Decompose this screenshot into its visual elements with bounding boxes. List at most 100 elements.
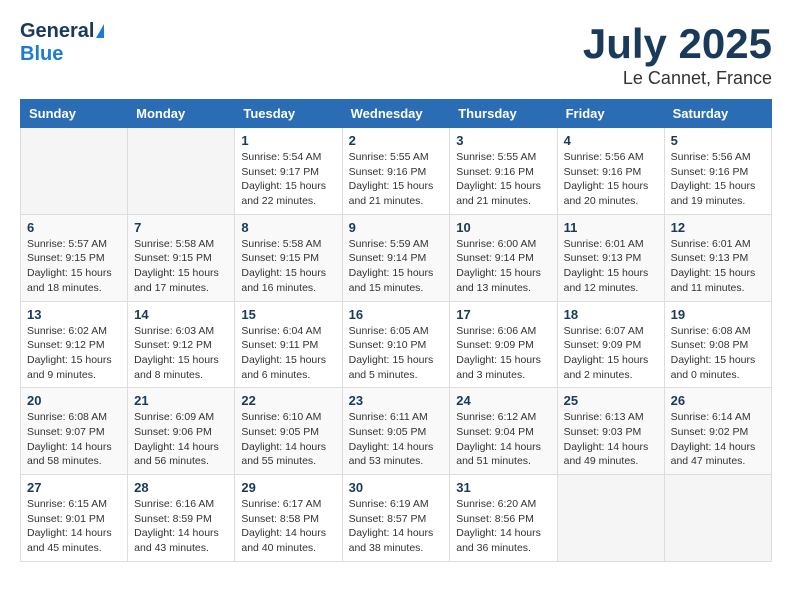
calendar-cell: 20Sunrise: 6:08 AM Sunset: 9:07 PM Dayli… xyxy=(21,388,128,475)
calendar-cell: 17 Sunrise: 6:06 AM Sunset: 9:09 PM Dayli… xyxy=(450,301,557,388)
day-info: Sunrise: 6:14 AM Sunset: 9:02 PM Dayligh… xyxy=(671,410,765,469)
location: Le Cannet, France xyxy=(583,68,772,89)
day-info: Sunrise: 6:09 AM Sunset: 9:06 PM Dayligh… xyxy=(134,410,228,469)
day-info: Sunrise: 5:56 AM Sunset: 9:16 PM Dayligh… xyxy=(671,150,765,209)
calendar-cell: 18Sunrise: 6:07 AM Sunset: 9:09 PM Dayli… xyxy=(557,301,664,388)
day-info: Sunrise: 5:54 AM Sunset: 9:17 PM Dayligh… xyxy=(241,150,335,209)
day-number: 13 xyxy=(27,307,121,322)
day-info: Sunrise: 5:59 AM Sunset: 9:14 PM Dayligh… xyxy=(349,237,444,296)
day-number: 30 xyxy=(349,480,444,495)
calendar-cell: 26 Sunrise: 6:14 AM Sunset: 9:02 PM Dayli… xyxy=(664,388,771,475)
calendar-cell: 16 Sunrise: 6:05 AM Sunset: 9:10 PM Dayli… xyxy=(342,301,450,388)
day-info: Sunrise: 5:58 AM Sunset: 9:15 PM Dayligh… xyxy=(241,237,335,296)
weekday-header-saturday: Saturday xyxy=(664,100,771,128)
calendar-cell: 2Sunrise: 5:55 AM Sunset: 9:16 PM Daylig… xyxy=(342,128,450,215)
calendar-cell xyxy=(664,475,771,562)
day-info: Sunrise: 6:03 AM Sunset: 9:12 PM Dayligh… xyxy=(134,324,228,383)
weekday-header-monday: Monday xyxy=(128,100,235,128)
day-info: Sunrise: 6:13 AM Sunset: 9:03 PM Dayligh… xyxy=(564,410,658,469)
calendar-cell: 24 Sunrise: 6:12 AM Sunset: 9:04 PM Dayli… xyxy=(450,388,557,475)
day-info: Sunrise: 6:02 AM Sunset: 9:12 PM Dayligh… xyxy=(27,324,121,383)
page-header: General Blue July 2025 Le Cannet, France xyxy=(20,20,772,89)
calendar-cell: 8 Sunrise: 5:58 AM Sunset: 9:15 PM Daylig… xyxy=(235,214,342,301)
day-number: 26 xyxy=(671,393,765,408)
calendar-cell: 30 Sunrise: 6:19 AM Sunset: 8:57 PM Dayli… xyxy=(342,475,450,562)
logo: General Blue xyxy=(20,20,104,66)
title-section: July 2025 Le Cannet, France xyxy=(583,20,772,89)
weekday-header-wednesday: Wednesday xyxy=(342,100,450,128)
calendar-cell: 23Sunrise: 6:11 AM Sunset: 9:05 PM Dayli… xyxy=(342,388,450,475)
weekday-header-sunday: Sunday xyxy=(21,100,128,128)
day-info: Sunrise: 6:01 AM Sunset: 9:13 PM Dayligh… xyxy=(671,237,765,296)
calendar-cell: 5 Sunrise: 5:56 AM Sunset: 9:16 PM Daylig… xyxy=(664,128,771,215)
day-number: 19 xyxy=(671,307,765,322)
calendar-cell: 4Sunrise: 5:56 AM Sunset: 9:16 PM Daylig… xyxy=(557,128,664,215)
day-info: Sunrise: 6:05 AM Sunset: 9:10 PM Dayligh… xyxy=(349,324,444,383)
day-number: 14 xyxy=(134,307,228,322)
calendar-cell: 22 Sunrise: 6:10 AM Sunset: 9:05 PM Dayli… xyxy=(235,388,342,475)
day-info: Sunrise: 6:12 AM Sunset: 9:04 PM Dayligh… xyxy=(456,410,550,469)
day-number: 5 xyxy=(671,133,765,148)
day-info: Sunrise: 6:04 AM Sunset: 9:11 PM Dayligh… xyxy=(241,324,335,383)
calendar-cell: 6Sunrise: 5:57 AM Sunset: 9:15 PM Daylig… xyxy=(21,214,128,301)
day-number: 15 xyxy=(241,307,335,322)
day-number: 17 xyxy=(456,307,550,322)
day-number: 11 xyxy=(564,220,658,235)
day-info: Sunrise: 6:11 AM Sunset: 9:05 PM Dayligh… xyxy=(349,410,444,469)
day-number: 31 xyxy=(456,480,550,495)
day-number: 9 xyxy=(349,220,444,235)
calendar-cell: 12 Sunrise: 6:01 AM Sunset: 9:13 PM Dayli… xyxy=(664,214,771,301)
day-number: 27 xyxy=(27,480,121,495)
day-number: 20 xyxy=(27,393,121,408)
calendar-cell xyxy=(128,128,235,215)
calendar-cell: 29 Sunrise: 6:17 AM Sunset: 8:58 PM Dayli… xyxy=(235,475,342,562)
day-number: 16 xyxy=(349,307,444,322)
day-number: 3 xyxy=(456,133,550,148)
day-number: 29 xyxy=(241,480,335,495)
calendar-cell: 11Sunrise: 6:01 AM Sunset: 9:13 PM Dayli… xyxy=(557,214,664,301)
day-number: 8 xyxy=(241,220,335,235)
calendar-cell: 7 Sunrise: 5:58 AM Sunset: 9:15 PM Daylig… xyxy=(128,214,235,301)
day-info: Sunrise: 6:10 AM Sunset: 9:05 PM Dayligh… xyxy=(241,410,335,469)
calendar-cell xyxy=(21,128,128,215)
day-info: Sunrise: 5:55 AM Sunset: 9:16 PM Dayligh… xyxy=(349,150,444,209)
calendar-cell: 21Sunrise: 6:09 AM Sunset: 9:06 PM Dayli… xyxy=(128,388,235,475)
day-info: Sunrise: 6:06 AM Sunset: 9:09 PM Dayligh… xyxy=(456,324,550,383)
day-info: Sunrise: 6:19 AM Sunset: 8:57 PM Dayligh… xyxy=(349,497,444,556)
day-number: 12 xyxy=(671,220,765,235)
day-info: Sunrise: 5:57 AM Sunset: 9:15 PM Dayligh… xyxy=(27,237,121,296)
calendar-cell: 1Sunrise: 5:54 AM Sunset: 9:17 PM Daylig… xyxy=(235,128,342,215)
calendar-table: SundayMondayTuesdayWednesdayThursdayFrid… xyxy=(20,99,772,562)
day-info: Sunrise: 6:00 AM Sunset: 9:14 PM Dayligh… xyxy=(456,237,550,296)
week-row-5: 27 Sunrise: 6:15 AM Sunset: 9:01 PM Dayli… xyxy=(21,475,772,562)
week-row-1: 1Sunrise: 5:54 AM Sunset: 9:17 PM Daylig… xyxy=(21,128,772,215)
day-number: 25 xyxy=(564,393,658,408)
day-info: Sunrise: 5:55 AM Sunset: 9:16 PM Dayligh… xyxy=(456,150,550,209)
day-info: Sunrise: 5:58 AM Sunset: 9:15 PM Dayligh… xyxy=(134,237,228,296)
month-title: July 2025 xyxy=(583,20,772,68)
calendar-cell: 25 Sunrise: 6:13 AM Sunset: 9:03 PM Dayli… xyxy=(557,388,664,475)
day-info: Sunrise: 6:20 AM Sunset: 8:56 PM Dayligh… xyxy=(456,497,550,556)
calendar-cell: 10 Sunrise: 6:00 AM Sunset: 9:14 PM Dayli… xyxy=(450,214,557,301)
day-info: Sunrise: 6:08 AM Sunset: 9:08 PM Dayligh… xyxy=(671,324,765,383)
day-info: Sunrise: 6:16 AM Sunset: 8:59 PM Dayligh… xyxy=(134,497,228,556)
calendar-cell: 28 Sunrise: 6:16 AM Sunset: 8:59 PM Dayli… xyxy=(128,475,235,562)
day-number: 22 xyxy=(241,393,335,408)
day-number: 24 xyxy=(456,393,550,408)
weekday-header-tuesday: Tuesday xyxy=(235,100,342,128)
calendar-cell: 13 Sunrise: 6:02 AM Sunset: 9:12 PM Dayli… xyxy=(21,301,128,388)
calendar-cell: 14 Sunrise: 6:03 AM Sunset: 9:12 PM Dayli… xyxy=(128,301,235,388)
day-info: Sunrise: 6:15 AM Sunset: 9:01 PM Dayligh… xyxy=(27,497,121,556)
logo-blue: Blue xyxy=(20,43,63,66)
day-number: 10 xyxy=(456,220,550,235)
week-row-3: 13 Sunrise: 6:02 AM Sunset: 9:12 PM Dayli… xyxy=(21,301,772,388)
calendar-cell: 15 Sunrise: 6:04 AM Sunset: 9:11 PM Dayli… xyxy=(235,301,342,388)
calendar-cell: 31 Sunrise: 6:20 AM Sunset: 8:56 PM Dayli… xyxy=(450,475,557,562)
week-row-2: 6Sunrise: 5:57 AM Sunset: 9:15 PM Daylig… xyxy=(21,214,772,301)
week-row-4: 20Sunrise: 6:08 AM Sunset: 9:07 PM Dayli… xyxy=(21,388,772,475)
day-info: Sunrise: 6:17 AM Sunset: 8:58 PM Dayligh… xyxy=(241,497,335,556)
logo-triangle-icon xyxy=(96,24,104,38)
day-number: 7 xyxy=(134,220,228,235)
calendar-cell: 27 Sunrise: 6:15 AM Sunset: 9:01 PM Dayli… xyxy=(21,475,128,562)
day-number: 28 xyxy=(134,480,228,495)
